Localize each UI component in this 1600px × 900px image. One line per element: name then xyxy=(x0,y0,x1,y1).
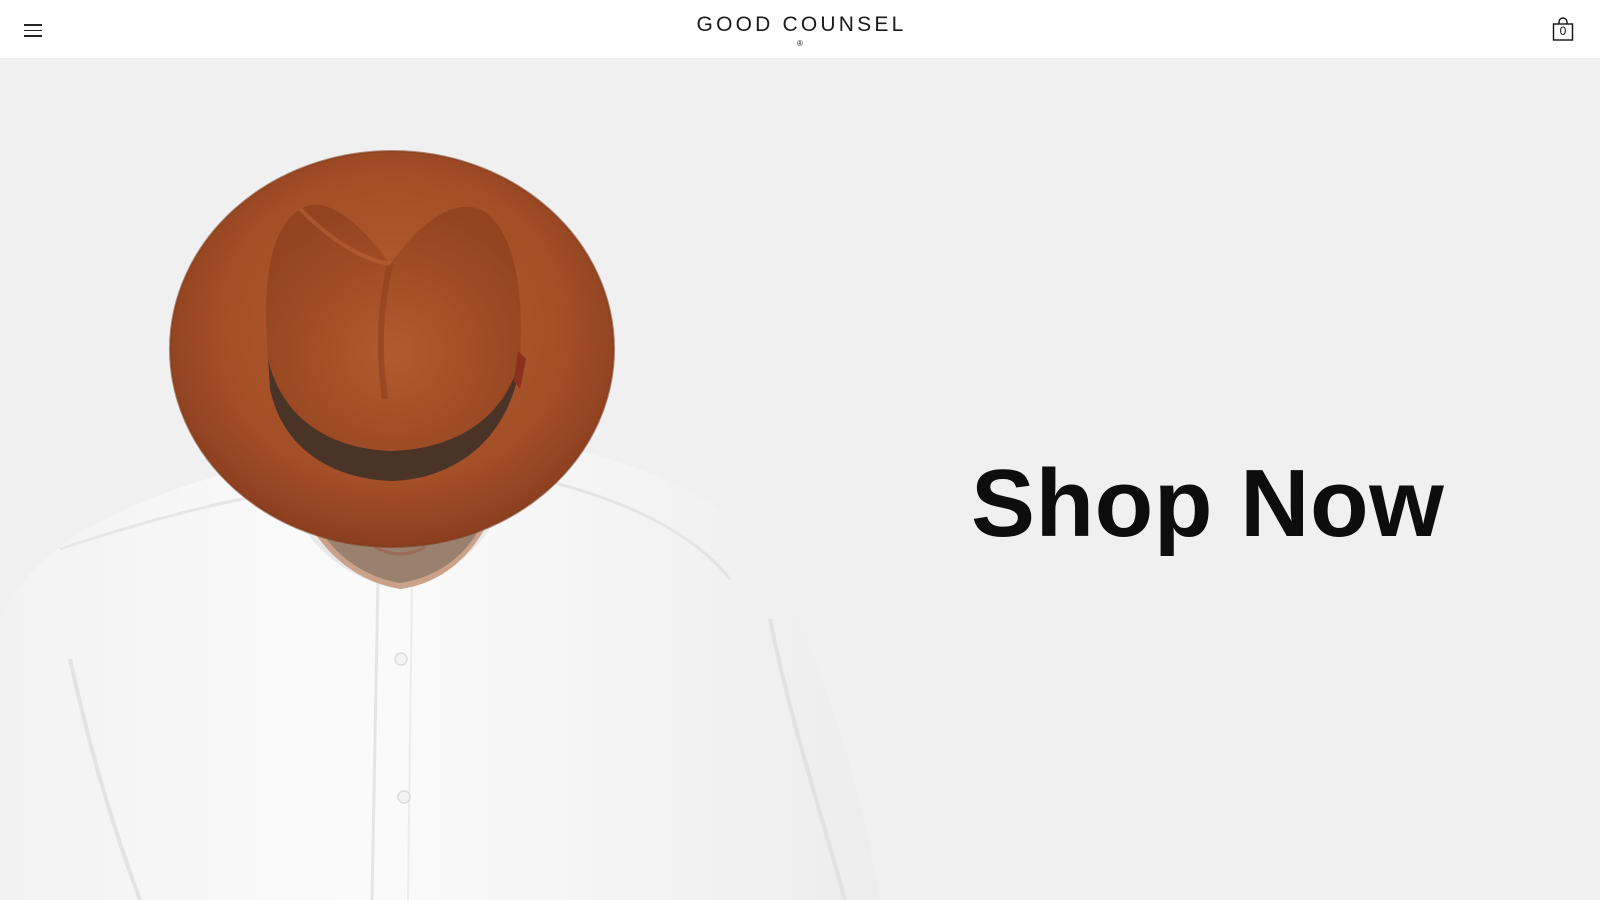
hero-image xyxy=(0,150,880,900)
brand-name: GOOD COUNSEL xyxy=(696,13,907,36)
cart-button[interactable]: 0 xyxy=(1552,16,1574,42)
shop-now-link[interactable]: Shop Now xyxy=(971,449,1444,559)
site-header: GOOD COUNSEL ® 0 xyxy=(0,0,1600,59)
hero-banner[interactable]: Shop Now xyxy=(0,59,1600,900)
registered-mark: ® xyxy=(797,39,803,48)
brand-logo[interactable]: GOOD COUNSEL ® xyxy=(0,13,1600,48)
cart-count: 0 xyxy=(1559,24,1567,38)
